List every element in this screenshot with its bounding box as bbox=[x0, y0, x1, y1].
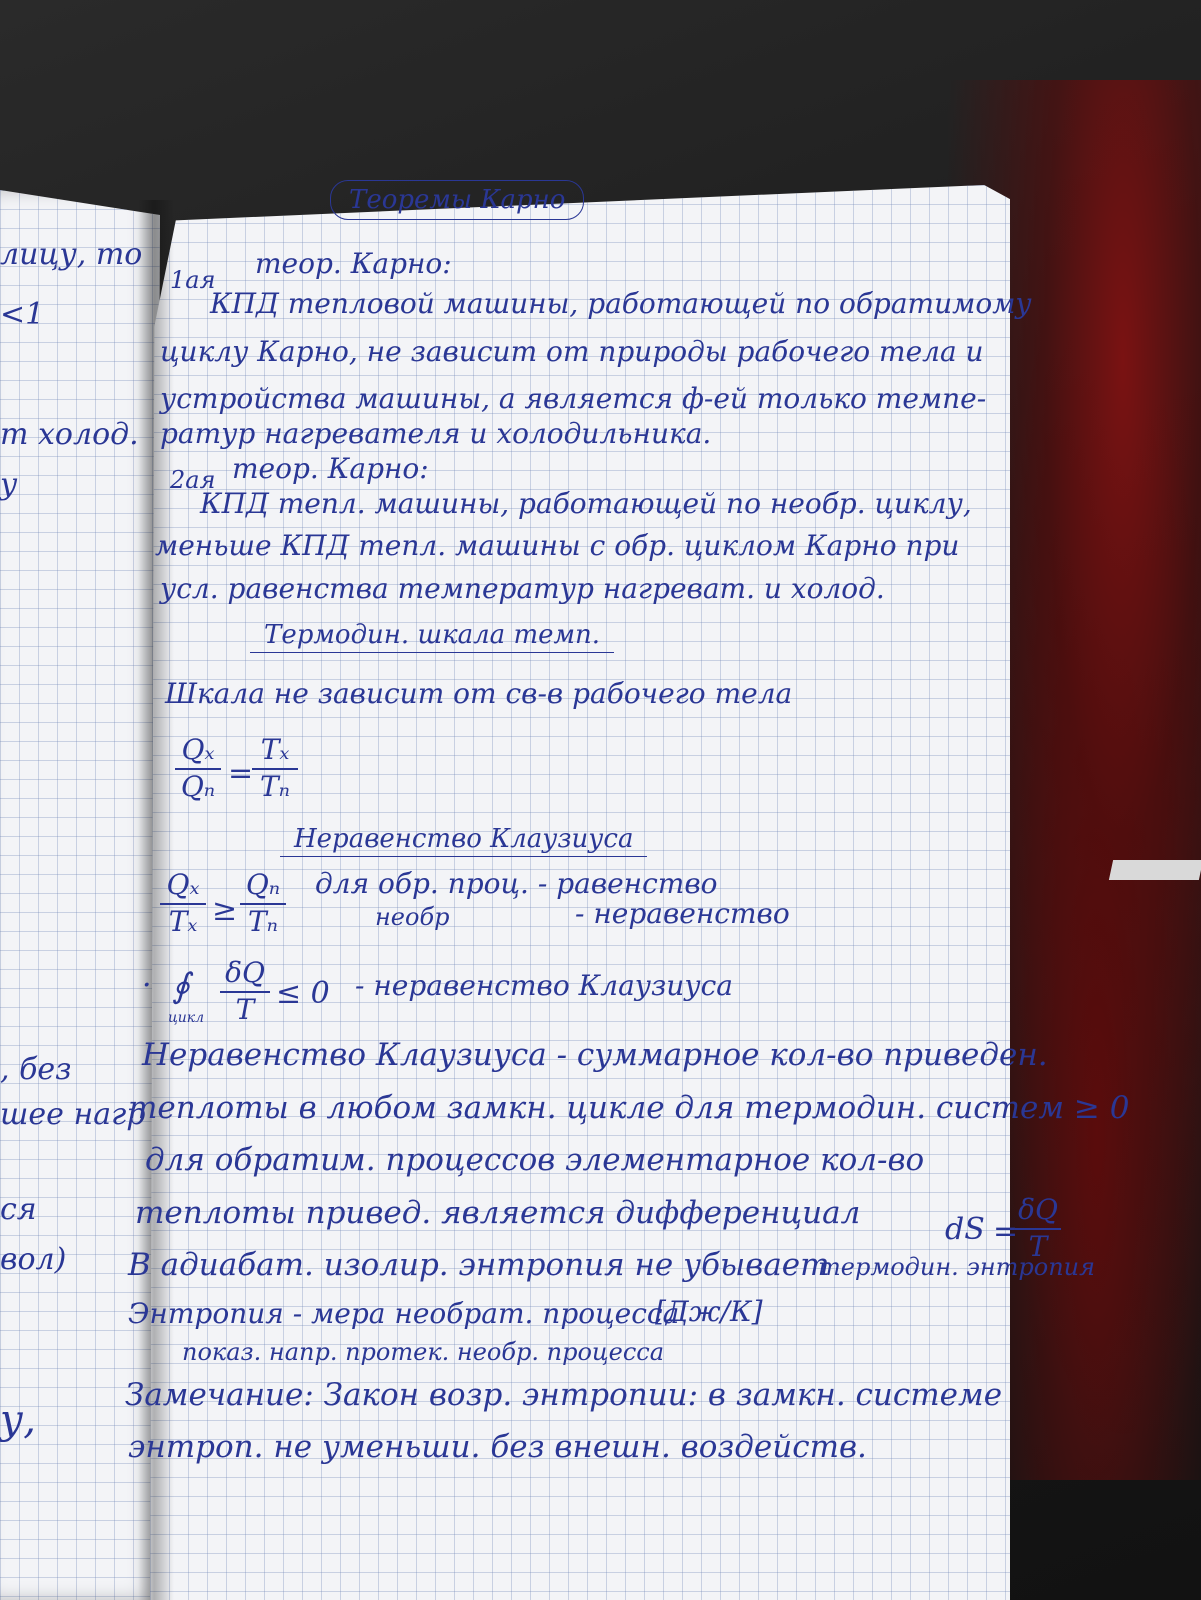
adiabatic-statement: В адиабат. изолир. энтропия не убывает bbox=[128, 1247, 830, 1283]
integral-numerator: δQ bbox=[225, 956, 265, 989]
desk-logo-stripe bbox=[1108, 860, 1201, 880]
left-fragment: у bbox=[0, 467, 18, 502]
bullet-point: · bbox=[142, 968, 152, 1003]
left-fragment: у, bbox=[0, 1397, 36, 1443]
page-title: Теоремы Карно bbox=[330, 180, 585, 220]
entropy-measure: Энтропия - мера необрат. процесса bbox=[128, 1297, 680, 1330]
clausius-case-irreversible: - неравенство bbox=[575, 897, 790, 930]
theorem2-line: усл. равенства температур нагреват. и хо… bbox=[160, 572, 885, 605]
left-fragment: лицу, то bbox=[0, 237, 143, 272]
entropy-differential: dS bbox=[945, 1212, 985, 1247]
theorem2-label: теор. Карно: bbox=[232, 452, 429, 485]
clausius-heading: Неравенство Клаузиуса bbox=[280, 822, 648, 857]
left-fragment: <1 bbox=[0, 297, 45, 332]
left-fragment: шее нагр bbox=[0, 1097, 146, 1132]
clausius-rhs-denominator: Tₙ bbox=[247, 904, 279, 938]
clausius-rhs-fraction: Qₙ Tₙ bbox=[240, 868, 286, 938]
integral-inequality: ≤ 0 bbox=[276, 976, 330, 1011]
theorem2-line: КПД тепл. машины, работающей по необр. ц… bbox=[200, 487, 972, 520]
theorem1-label: теор. Карно: bbox=[255, 247, 452, 280]
clausius-case-reversible: для обр. проц. - равенство bbox=[315, 867, 718, 900]
definition-line: теплоты в любом замкн. цикле для термоди… bbox=[128, 1090, 1130, 1126]
theorem1-line: КПД тепловой машины, работающей по обрат… bbox=[210, 287, 1032, 320]
clausius-lhs-fraction: Qₓ Tₓ bbox=[160, 868, 206, 938]
theorem1-line: циклу Карно, не зависит от природы рабоч… bbox=[160, 335, 984, 368]
clausius-lhs-numerator: Qₓ bbox=[166, 868, 200, 901]
definition-line: теплоты привед. является дифференциал bbox=[135, 1195, 861, 1231]
clausius-case-irreversible-word: необр bbox=[375, 903, 450, 931]
theorem1-line: ратур нагревателя и холодильника. bbox=[160, 417, 712, 450]
definition-line: для обратим. процессов элементарное кол-… bbox=[145, 1142, 925, 1178]
thermo-scale-heading: Термодин. шкала темп. bbox=[250, 618, 615, 653]
adiabatic-tail: термодин. энтропия bbox=[818, 1253, 1096, 1281]
ratio-t-numerator: Tₓ bbox=[260, 733, 290, 766]
clausius-lhs-denominator: Tₓ bbox=[168, 904, 198, 938]
entropy-direction: показ. напр. протек. необр. процесса bbox=[182, 1338, 665, 1366]
remark-line: энтроп. не уменьши. без внешн. воздейств… bbox=[128, 1429, 867, 1465]
greater-equal-sign: ≥ bbox=[212, 893, 238, 928]
theorem1-number: 1ая bbox=[170, 266, 216, 294]
ratio-t-fraction: Tₓ Tₙ bbox=[252, 733, 298, 803]
thermo-scale-statement: Шкала не зависит от св-в рабочего тела bbox=[165, 677, 793, 710]
ratio-q-numerator: Qₓ bbox=[181, 733, 215, 766]
ratio-q-fraction: Qₓ Qₙ bbox=[175, 733, 221, 803]
entropy-numerator: δQ bbox=[1018, 1193, 1058, 1226]
theorem2-line: меньше КПД тепл. машины с обр. циклом Ка… bbox=[155, 529, 960, 562]
contour-integral-sign: ∮ bbox=[172, 966, 190, 1006]
entropy-unit: [Дж/К] bbox=[655, 1295, 763, 1328]
integral-label: - неравенство Клаузиуса bbox=[355, 969, 733, 1002]
theorem1-line: устройства машины, а является ф-ей тольк… bbox=[160, 382, 987, 415]
left-fragment: вол) bbox=[0, 1242, 67, 1277]
left-fragment: т холод. bbox=[0, 417, 139, 452]
left-fragment: ся bbox=[0, 1192, 37, 1227]
clausius-rhs-numerator: Qₙ bbox=[245, 868, 281, 901]
ratio-t-denominator: Tₙ bbox=[259, 769, 291, 803]
equals-sign: = bbox=[228, 756, 254, 791]
left-fragment: , без bbox=[0, 1052, 72, 1087]
integral-fraction: δQ T bbox=[220, 956, 270, 1026]
ratio-q-denominator: Qₙ bbox=[180, 769, 216, 803]
definition-line: Неравенство Клаузиуса - суммарное кол-во… bbox=[142, 1037, 1048, 1073]
integral-denominator: T bbox=[235, 992, 255, 1026]
remark-line: Замечание: Закон возр. энтропии: в замкн… bbox=[125, 1377, 1003, 1413]
integral-subscript: цикл bbox=[168, 1010, 205, 1026]
